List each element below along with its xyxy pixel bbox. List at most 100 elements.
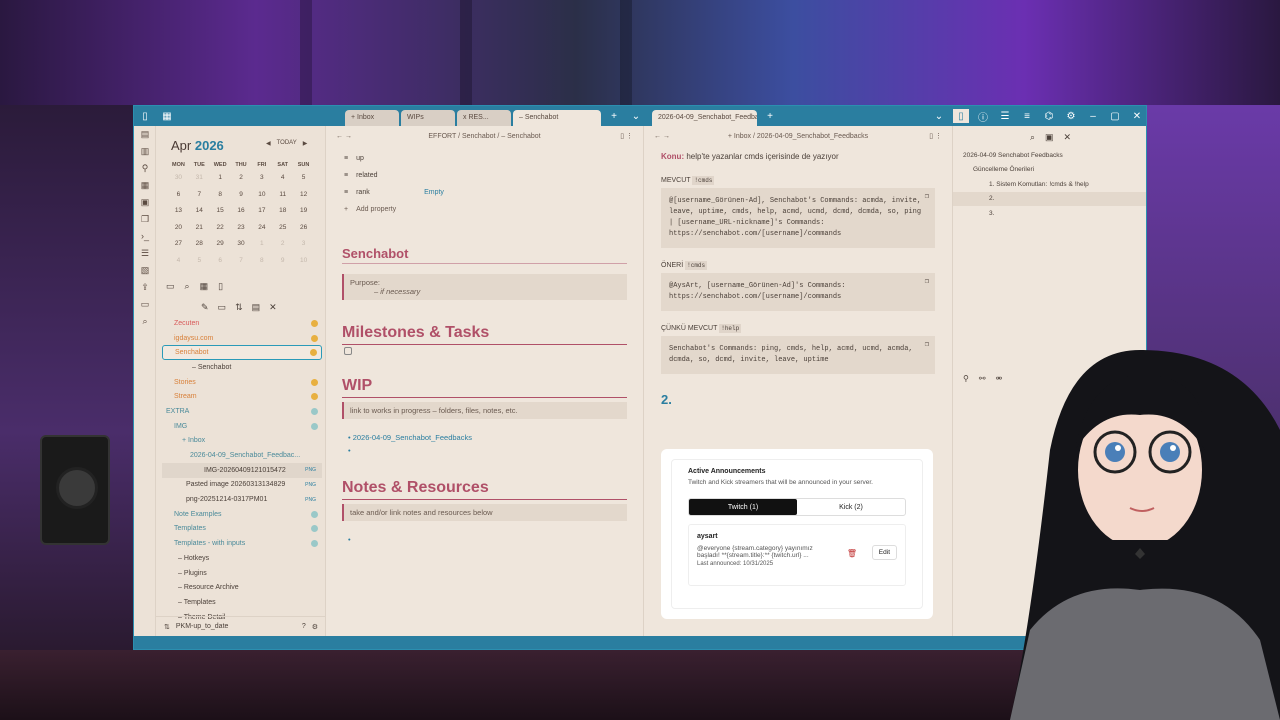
sidebar-toggle-icon[interactable]: ▯: [137, 109, 153, 123]
calendar-day[interactable]: 9: [272, 257, 293, 274]
new-tab-icon[interactable]: +: [762, 109, 778, 123]
outline-item[interactable]: Güncelleme Önerileri: [953, 163, 1146, 178]
wip-link[interactable]: • 2026-04-09_Senchabot_Feedbacks: [326, 433, 643, 446]
copy-icon[interactable]: ❐: [134, 211, 156, 228]
property-row[interactable]: ≡ related: [326, 167, 643, 184]
outline-view-icon[interactable]: ▣: [1045, 132, 1054, 143]
tree-item[interactable]: Senchabot: [162, 345, 322, 361]
calendar-day[interactable]: 5: [189, 257, 210, 274]
calendar-day[interactable]: 30: [231, 240, 252, 257]
graph-icon[interactable]: ⚲: [134, 160, 156, 177]
calendar-day[interactable]: 23: [231, 224, 252, 241]
calendar-day[interactable]: 11: [272, 191, 293, 208]
list-icon[interactable]: ☰: [134, 245, 156, 262]
chevron-left-icon[interactable]: ◀: [266, 140, 271, 147]
tree-item[interactable]: IMG-20260409121015472 PNG: [162, 462, 322, 478]
calendar-icon[interactable]: ▣: [134, 194, 156, 211]
calendar-day[interactable]: 6: [210, 257, 231, 274]
calendar-day[interactable]: 7: [231, 257, 252, 274]
calendar-day[interactable]: 7: [189, 191, 210, 208]
add-property-button[interactable]: + Add property: [326, 201, 643, 218]
more-icon[interactable]: ▯ ⋮: [620, 132, 633, 140]
new-note-icon[interactable]: ✎: [201, 302, 209, 313]
tree-item[interactable]: Stream: [162, 389, 322, 404]
calendar-day[interactable]: 2: [231, 174, 252, 191]
tree-item[interactable]: – Senchabot: [162, 360, 322, 375]
document-icon[interactable]: ▥: [134, 143, 156, 160]
tree-item[interactable]: Note Examples: [162, 507, 322, 522]
vault-switcher[interactable]: ⇅ PKM-up_to_date ? ⚙: [156, 616, 326, 636]
task-checkbox[interactable]: [344, 347, 352, 355]
tree-item[interactable]: Zecuten: [162, 316, 322, 331]
property-value[interactable]: Empty: [424, 189, 444, 196]
folder-icon[interactable]: ▭: [166, 281, 175, 292]
copy-icon[interactable]: ❐: [925, 192, 929, 203]
more-icon[interactable]: ▯ ⋮: [929, 132, 942, 140]
calendar-day[interactable]: 12: [293, 191, 314, 208]
link-icon[interactable]: ⚯: [979, 374, 986, 383]
calendar-day[interactable]: 5: [293, 174, 314, 191]
calendar-day[interactable]: 10: [251, 191, 272, 208]
calendar-day[interactable]: 1: [210, 174, 231, 191]
calendar-day[interactable]: 8: [251, 257, 272, 274]
calendar-day[interactable]: 1: [251, 240, 272, 257]
collapse-icon[interactable]: ▤: [252, 302, 261, 313]
calendar-day[interactable]: 3: [251, 174, 272, 191]
calendar-day[interactable]: 2: [272, 240, 293, 257]
gear-icon[interactable]: ⚙: [312, 623, 318, 631]
upload-icon[interactable]: ⇪: [134, 279, 156, 296]
maximize-icon[interactable]: ▢: [1107, 109, 1123, 123]
help-icon[interactable]: ?: [302, 623, 306, 630]
list-icon[interactable]: ≡: [1019, 109, 1035, 123]
property-row[interactable]: ≡ rank Empty: [326, 184, 643, 201]
copy-icon[interactable]: ❐: [925, 277, 929, 288]
close-icon[interactable]: ✕: [1064, 132, 1072, 143]
tree-item[interactable]: – Templates: [162, 595, 322, 610]
close-icon[interactable]: ✕: [269, 302, 277, 313]
copy-icon[interactable]: ❐: [925, 340, 929, 351]
window-icon[interactable]: ▭: [134, 296, 156, 313]
tag-icon[interactable]: ⌬: [1041, 109, 1057, 123]
sort-icon[interactable]: ⇅: [235, 302, 243, 313]
info-icon[interactable]: ⓘ: [975, 109, 991, 124]
kick-tab[interactable]: Kick (2): [797, 499, 905, 515]
calendar-day[interactable]: 6: [168, 191, 189, 208]
tree-item[interactable]: 2026-04-09_Senchabot_Feedbac...: [162, 448, 322, 463]
tab[interactable]: x RES...: [457, 110, 511, 126]
files-icon[interactable]: ▤: [134, 126, 156, 143]
calendar-day[interactable]: 18: [272, 207, 293, 224]
file-icon[interactable]: ▯: [218, 281, 223, 292]
calendar-day[interactable]: 4: [168, 257, 189, 274]
grid-icon[interactable]: ▧: [134, 262, 156, 279]
tree-item[interactable]: – Resource Archive: [162, 580, 322, 595]
calendar-day[interactable]: 8: [210, 191, 231, 208]
tab[interactable]: 2026-04-09_Senchabot_Feedbac...: [652, 110, 757, 126]
outline-icon[interactable]: ☰: [997, 109, 1013, 123]
outline-item[interactable]: 1. Sistem Komutları: !cmds & !help: [953, 177, 1146, 192]
chevron-right-icon[interactable]: ▶: [303, 140, 308, 147]
tab[interactable]: – Senchabot: [513, 110, 601, 126]
calendar-day[interactable]: 15: [210, 207, 231, 224]
close-icon[interactable]: ✕: [1129, 109, 1145, 123]
tree-item[interactable]: Templates: [162, 522, 322, 537]
trash-icon[interactable]: 🗑: [847, 549, 857, 558]
calendar-day[interactable]: 30: [168, 174, 189, 191]
canvas-icon[interactable]: ▦: [134, 177, 156, 194]
chevron-down-icon[interactable]: ⌄: [931, 109, 947, 123]
settings-icon[interactable]: ⚙: [1063, 109, 1079, 123]
new-folder-icon[interactable]: ▭: [218, 302, 227, 313]
today-button[interactable]: TODAY: [277, 140, 297, 147]
calendar-day[interactable]: 24: [251, 224, 272, 241]
right-sidebar-toggle-icon[interactable]: ▯: [953, 109, 969, 123]
calendar-day[interactable]: 10: [293, 257, 314, 274]
new-tab-icon[interactable]: +: [606, 109, 622, 123]
bookmark-icon[interactable]: ▦: [200, 281, 209, 292]
calendar-day[interactable]: 28: [189, 240, 210, 257]
tree-item[interactable]: igdaysu.com: [162, 331, 322, 346]
edit-button[interactable]: Edit: [871, 545, 897, 560]
tree-item[interactable]: – Plugins: [162, 566, 322, 581]
tree-item[interactable]: png-20251214-0317PM01 PNG: [162, 492, 322, 507]
property-row[interactable]: ≡ up: [326, 150, 643, 167]
calendar-day[interactable]: 16: [231, 207, 252, 224]
calendar-day[interactable]: 13: [168, 207, 189, 224]
